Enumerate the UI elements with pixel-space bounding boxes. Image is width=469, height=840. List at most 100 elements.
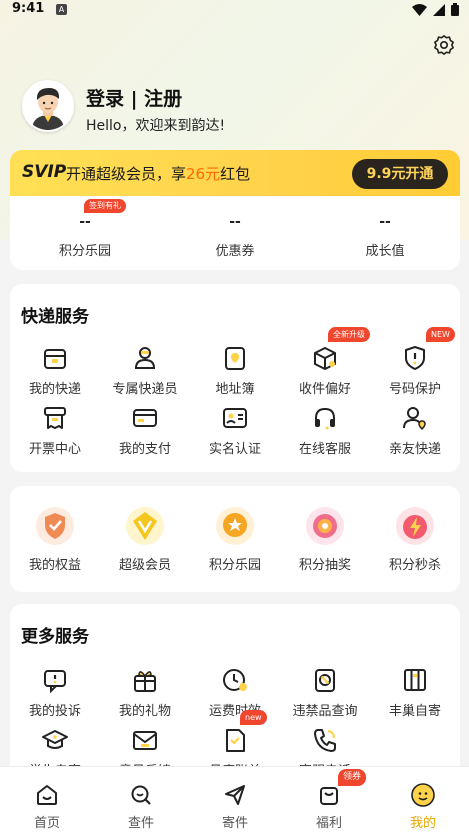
benefit-label: 超级会员 <box>118 558 171 573</box>
tab-me[interactable]: 我的 <box>376 767 469 840</box>
coupon-badge: 领券 <box>338 769 367 786</box>
tab-send[interactable]: 寄件 <box>188 767 282 840</box>
profile-section[interactable]: 登录 | 注册 Hello，欢迎来到韵达! <box>22 80 442 136</box>
service-online-support[interactable]: 在线客服 <box>280 404 370 462</box>
more-locker-self-send[interactable]: 丰巢自寄 <box>370 666 460 724</box>
login-register-link[interactable]: 登录 | 注册 <box>86 84 182 111</box>
tab-label: 查件 <box>127 816 154 831</box>
number-protection-icon <box>405 346 425 370</box>
send-icon <box>225 785 245 805</box>
service-label: 亲友快递 <box>388 442 441 457</box>
svip-promo-text: 开通超级会员，享26元红包 <box>66 163 250 184</box>
stat-value: -- <box>379 214 391 230</box>
benefit-label: 积分抽奖 <box>298 558 351 573</box>
search-icon <box>131 785 151 805</box>
service-number-protection[interactable]: 号码保护 NEW <box>370 327 460 402</box>
benefit-label: 积分秒杀 <box>388 558 441 573</box>
prohibited-items-icon <box>315 669 335 692</box>
bottom-tab-bar: 首页 查件 寄件 福利 领券 我的 <box>0 766 469 840</box>
service-label: 我的支付 <box>118 442 171 457</box>
stat-label: 优惠券 <box>215 244 255 259</box>
upgrade-badge: 全新升级 <box>328 327 370 342</box>
settings-gear-icon[interactable] <box>433 34 455 56</box>
service-payment[interactable]: 我的支付 <box>100 404 190 462</box>
monthly-bill-icon <box>226 729 245 752</box>
avatar-illustration <box>24 82 72 130</box>
stat-coupons[interactable]: -- 优惠券 <box>160 196 310 270</box>
tab-welfare[interactable]: 福利 领券 <box>282 767 376 840</box>
headset-icon <box>315 407 335 430</box>
new-badge: NEW <box>426 327 455 342</box>
service-label: 地址簿 <box>215 382 255 397</box>
service-label: 专属快递员 <box>112 382 178 397</box>
service-label: 丰巢自寄 <box>388 704 441 719</box>
freight-time-icon <box>223 669 247 691</box>
service-label: 实名认证 <box>208 442 261 457</box>
battery-icon <box>451 3 459 16</box>
phone-icon <box>314 729 336 752</box>
service-label: 我的快递 <box>28 382 81 397</box>
service-friends-express[interactable]: 亲友快递 <box>370 404 460 462</box>
gift-icon <box>134 671 156 692</box>
svip-text-after: 红包 <box>220 165 251 183</box>
status-icons <box>412 3 459 16</box>
service-label: 号码保护 <box>388 382 441 397</box>
service-label: 开票中心 <box>28 442 81 457</box>
invoice-icon <box>44 407 66 429</box>
address-book-icon <box>225 347 245 370</box>
express-services-card: 快递服务 我的快递 专属快递员 地址簿 收件偏好 全新升级 号码保护 NEW 开… <box>10 284 460 472</box>
benefit-label: 我的权益 <box>28 558 81 573</box>
more-prohibited-items[interactable]: 违禁品查询 <box>280 666 370 724</box>
service-invoice[interactable]: 开票中心 <box>10 404 100 462</box>
benefit-points-park[interactable]: 积分乐园 <box>190 506 280 576</box>
benefit-flash-sale[interactable]: 积分秒杀 <box>370 506 460 576</box>
benefit-points-lottery[interactable]: 积分抽奖 <box>280 506 370 576</box>
welcome-text: Hello，欢迎来到韵达! <box>86 118 226 134</box>
tab-label: 寄件 <box>221 816 248 831</box>
more-complaint[interactable]: 我的投诉 <box>10 666 100 724</box>
welfare-bag-icon <box>320 787 338 805</box>
new-badge: new <box>240 710 267 725</box>
more-services-title: 更多服务 <box>21 627 89 647</box>
stat-points[interactable]: -- 积分乐园 签到有礼 <box>10 196 160 270</box>
me-face-icon <box>411 783 435 807</box>
svip-amount: 26元 <box>186 165 221 183</box>
benefit-label: 积分乐园 <box>208 558 261 573</box>
service-my-express[interactable]: 我的快递 <box>10 344 100 402</box>
rights-shield-icon <box>36 507 74 545</box>
avatar[interactable] <box>22 80 74 132</box>
tab-home[interactable]: 首页 <box>0 767 94 840</box>
graduation-cap-icon <box>42 730 68 749</box>
service-label: 违禁品查询 <box>292 704 358 719</box>
home-icon <box>37 785 57 805</box>
svip-banner[interactable]: SVIP 开通超级会员，享26元红包 9.9元开通 <box>10 150 460 200</box>
status-bar: 9:41 A <box>0 0 469 20</box>
svip-open-button[interactable]: 9.9元开通 <box>352 159 448 189</box>
payment-card-icon <box>133 409 157 427</box>
id-card-icon <box>223 408 247 428</box>
friends-icon <box>403 407 426 431</box>
receive-preference-icon <box>314 347 336 370</box>
service-label: 在线客服 <box>298 442 351 457</box>
service-courier[interactable]: 专属快递员 <box>100 344 190 402</box>
express-services-title: 快递服务 <box>21 307 89 327</box>
stat-label: 成长值 <box>365 244 405 259</box>
service-receive-preference[interactable]: 收件偏好 全新升级 <box>280 327 370 402</box>
service-label: 我的投诉 <box>28 704 81 719</box>
tab-track[interactable]: 查件 <box>94 767 188 840</box>
notification-a-icon: A <box>56 4 67 15</box>
tab-label: 我的 <box>409 816 436 831</box>
more-gift[interactable]: 我的礼物 <box>100 666 190 724</box>
stat-growth[interactable]: -- 成长值 <box>310 196 460 270</box>
feedback-icon <box>133 731 157 750</box>
benefit-super-member[interactable]: 超级会员 <box>100 506 190 576</box>
service-id-verification[interactable]: 实名认证 <box>190 404 280 462</box>
benefit-my-rights[interactable]: 我的权益 <box>10 506 100 576</box>
stat-label: 积分乐园 <box>58 244 111 259</box>
lottery-icon <box>306 507 344 545</box>
service-address-book[interactable]: 地址簿 <box>190 344 280 402</box>
wifi-icon <box>412 3 427 16</box>
service-label: 收件偏好 <box>298 382 351 397</box>
stat-value: -- <box>229 214 241 230</box>
package-icon <box>44 349 66 369</box>
